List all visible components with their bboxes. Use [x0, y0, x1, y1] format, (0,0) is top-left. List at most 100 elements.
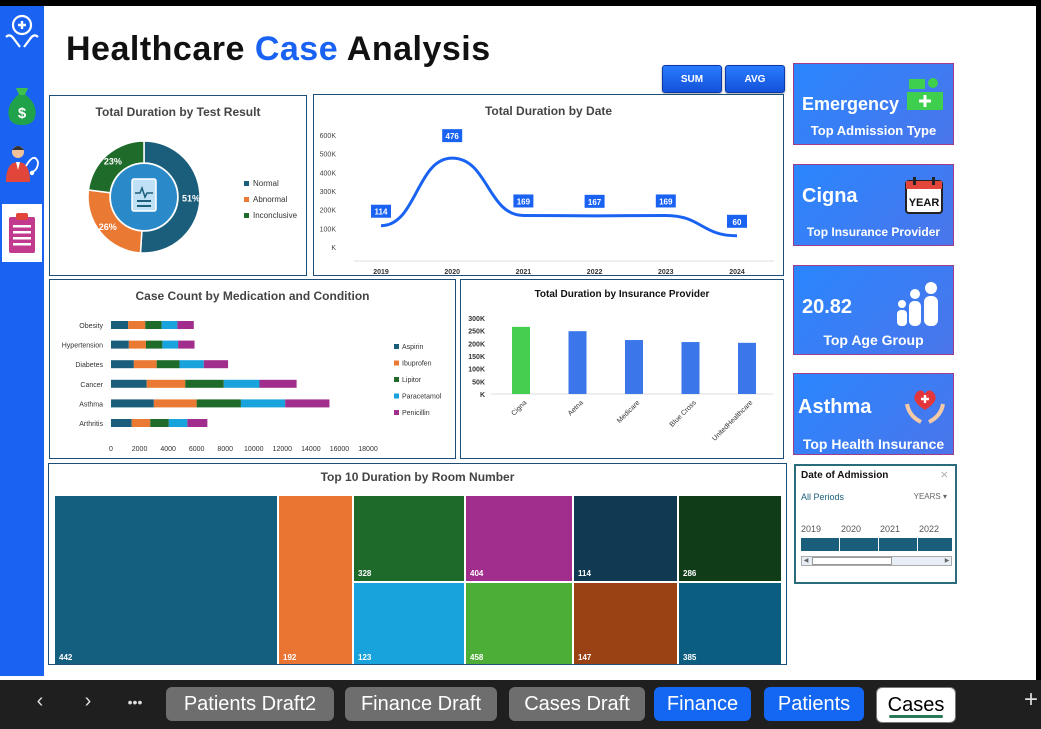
- data-label: 476: [446, 132, 460, 141]
- category-label: Arthritis: [79, 421, 103, 428]
- bar-segment: [145, 321, 162, 329]
- legend-label: Abnormal: [253, 195, 288, 204]
- legend-swatch: [394, 377, 399, 382]
- y-tick-label: 300K: [468, 316, 485, 323]
- scroll-left-icon[interactable]: ◀: [802, 557, 810, 565]
- x-tick-label: 4000: [160, 446, 176, 453]
- date-slicer[interactable]: Date of Admission ⨯ All Periods YEARS ▾ …: [794, 464, 957, 584]
- donut-legend: Normal Abnormal Inconclusive: [244, 176, 297, 224]
- category-label: Obesity: [79, 323, 103, 330]
- y-tick-label: 200K: [468, 341, 485, 348]
- more-sheets-button[interactable]: •••: [120, 694, 150, 710]
- sidebar-item-cases[interactable]: [2, 204, 42, 262]
- slicer-timeline-bar[interactable]: [801, 538, 952, 551]
- scroll-thumb[interactable]: [812, 557, 892, 565]
- x-tick-label: 2020: [444, 269, 460, 275]
- tab-patients-draft2[interactable]: Patients Draft2: [166, 687, 334, 721]
- x-tick-label: 2024: [729, 269, 745, 275]
- bar-segment: [111, 340, 129, 349]
- treemap-cell-label: 286: [683, 569, 697, 578]
- data-label: 60: [733, 218, 742, 227]
- kpi-value: Emergency: [802, 94, 900, 114]
- x-tick-label: 2022: [587, 269, 603, 275]
- tab-patients[interactable]: Patients: [764, 687, 864, 721]
- slicer-year[interactable]: 2022: [919, 524, 939, 534]
- bar-segment: [153, 399, 197, 408]
- insurance-bar-chart: 300K 250K 200K 150K 100K 50K K Cigna Aetna Medica…: [468, 316, 773, 443]
- treemap-cell-label: 123: [358, 653, 372, 662]
- page-title: Healthcare Case Analysis: [66, 30, 491, 69]
- svg-text:$: $: [18, 105, 27, 122]
- bar-segment: [145, 340, 163, 349]
- treemap-cell: [574, 583, 677, 664]
- next-sheet-icon[interactable]: ›: [73, 690, 103, 713]
- bar: [512, 326, 530, 394]
- y-tick-label: 100K: [468, 367, 485, 374]
- category-label: Cigna: [511, 399, 529, 417]
- data-label: 169: [517, 197, 531, 206]
- kpi-value: Cigna: [802, 185, 858, 207]
- slicer-unit-dropdown[interactable]: YEARS ▾: [914, 492, 947, 501]
- treemap-cell-label: 458: [470, 653, 484, 662]
- x-tick-label: 2019: [373, 269, 389, 275]
- legend-swatch: [394, 344, 399, 349]
- avg-button[interactable]: AVG: [725, 65, 785, 93]
- tab-cases-label: Cases: [887, 693, 945, 716]
- stacked-bar-chart: Obesity Hypertension Diabetes Cancer Asthma A…: [62, 321, 442, 453]
- treemap-cell: [55, 496, 277, 664]
- category-label: Blue Cross: [669, 399, 699, 429]
- category-label: Medicare: [616, 399, 641, 424]
- bar-segment: [179, 360, 204, 369]
- kpi-label: Top Health Insurance: [802, 436, 945, 452]
- treemap-cell: [466, 583, 572, 664]
- y-tick-label: 250K: [468, 329, 485, 336]
- category-label: Hypertension: [62, 343, 103, 350]
- sidebar-item-finance[interactable]: $: [2, 80, 42, 130]
- bar: [738, 342, 756, 394]
- line-panel: Total Duration by Date 600K 500K 400K 300K 2…: [313, 94, 784, 276]
- sidebar-item-home[interactable]: [2, 8, 42, 58]
- bar-segment: [178, 340, 195, 349]
- bar-segment: [185, 379, 224, 388]
- slicer-year[interactable]: 2019: [801, 524, 821, 534]
- bar-segment: [111, 360, 134, 369]
- y-tick-label: K: [480, 392, 485, 399]
- slicer-year[interactable]: 2020: [841, 524, 861, 534]
- slicer-scrollbar[interactable]: ◀ ▶: [801, 556, 952, 566]
- x-tick-label: 8000: [217, 446, 233, 453]
- chevron-down-icon: ▾: [942, 492, 947, 501]
- heart-hands-icon: [905, 390, 945, 424]
- doctor-icon: [6, 146, 39, 182]
- scroll-right-icon[interactable]: ▶: [943, 557, 951, 565]
- kpi-value: 20.82: [802, 296, 853, 318]
- treemap-cell: [679, 583, 781, 664]
- bar-segment: [128, 321, 146, 329]
- data-label: 169: [659, 197, 673, 206]
- add-sheet-icon[interactable]: +: [1016, 686, 1041, 714]
- prev-sheet-icon[interactable]: ‹: [25, 690, 55, 713]
- x-tick-label: 2023: [658, 269, 674, 275]
- calendar-year-icon: YEAR: [905, 177, 943, 214]
- slicer-year[interactable]: 2021: [880, 524, 900, 534]
- bar-segment: [111, 399, 154, 408]
- healthcare-hands-icon: [5, 14, 39, 48]
- bar-segment: [131, 419, 151, 427]
- tab-finance-draft[interactable]: Finance Draft: [345, 687, 497, 721]
- tab-cases-draft[interactable]: Cases Draft: [509, 687, 645, 721]
- bar-segment: [203, 360, 229, 369]
- active-tab-underline: [889, 715, 943, 718]
- stacked-bar-panel: Case Count by Medication and Condition O…: [49, 279, 456, 459]
- y-tick-label: 200K: [320, 208, 337, 215]
- tab-finance[interactable]: Finance: [654, 687, 751, 721]
- clear-filter-icon[interactable]: ⨯: [940, 468, 949, 481]
- legend-swatch: [394, 410, 399, 415]
- category-label: Diabetes: [75, 362, 103, 369]
- sum-button[interactable]: SUM: [662, 65, 722, 93]
- treemap-panel: Top 10 Duration by Room Number 442 192 328…: [48, 463, 787, 665]
- clipboard-line: [137, 200, 151, 202]
- slicer-unit: YEARS: [913, 492, 941, 501]
- sidebar-item-patients[interactable]: [2, 140, 42, 190]
- tab-cases[interactable]: Cases: [876, 687, 956, 723]
- hospital-bed-icon: [907, 78, 943, 110]
- bar-segment: [150, 419, 169, 427]
